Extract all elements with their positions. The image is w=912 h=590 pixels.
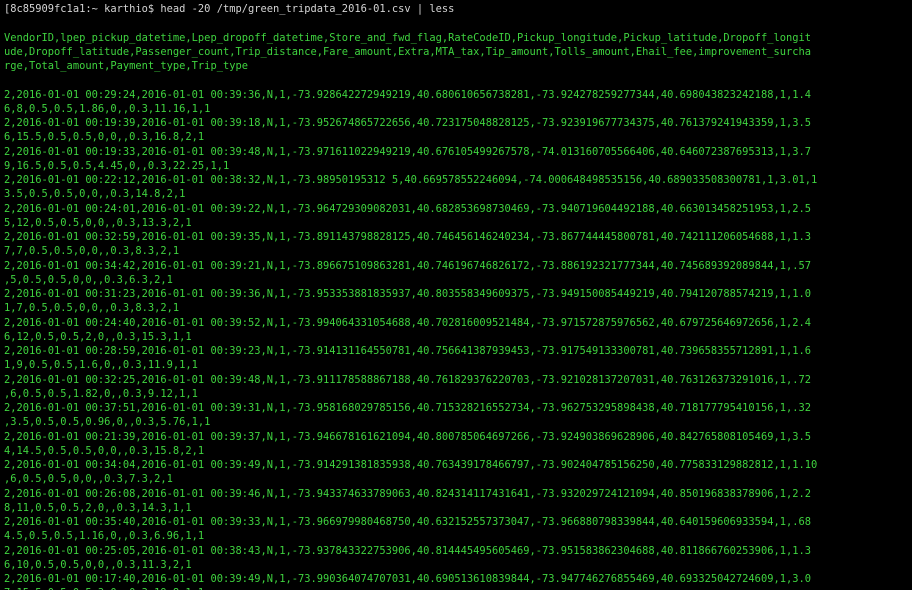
shell-command-line: [8c85909fc1a1:~ karthio$ head -20 /tmp/g… <box>4 3 455 15</box>
csv-data-line: ,6,0.5,0.5,1.82,0,,0.3,9.12,1,1 <box>4 387 198 400</box>
terminal-window[interactable]: [8c85909fc1a1:~ karthio$ head -20 /tmp/g… <box>0 0 912 590</box>
csv-data-line: 2,2016-01-01 00:29:24,2016-01-01 00:39:3… <box>4 88 811 101</box>
csv-data-line: 2,2016-01-01 00:28:59,2016-01-01 00:39:2… <box>4 345 811 357</box>
csv-data-line: 1,7,0.5,0.5,0,0,,0.3,8.3,2,1 <box>4 302 180 315</box>
csv-data-line: 2,2016-01-01 00:35:40,2016-01-01 00:39:3… <box>4 516 811 528</box>
csv-data-line: 2,2016-01-01 00:34:04,2016-01-01 00:39:4… <box>4 459 818 471</box>
csv-data-line: 2,2016-01-01 00:22:12,2016-01-01 00:38:3… <box>4 174 818 186</box>
csv-data-line: 2,2016-01-01 00:17:40,2016-01-01 00:39:4… <box>4 573 811 585</box>
csv-data-line: ,3.5,0.5,0.5,0.96,0,,0.3,5.76,1,1 <box>4 416 211 429</box>
csv-data-line: 2,2016-01-01 00:25:05,2016-01-01 00:38:4… <box>4 544 811 557</box>
csv-data-line: 5,12,0.5,0.5,0,0,,0.3,13.3,2,1 <box>4 216 192 229</box>
csv-data-line: 4.5,0.5,0.5,1.16,0,,0.3,6.96,1,1 <box>4 530 205 543</box>
csv-data-line: 4,14.5,0.5,0.5,0,0,,0.3,15.8,2,1 <box>4 444 205 457</box>
csv-data-line: 8,11,0.5,0.5,2,0,,0.3,14.3,1,1 <box>4 501 192 514</box>
csv-data-line: 1,9,0.5,0.5,1.6,0,,0.3,11.9,1,1 <box>4 359 198 372</box>
csv-data-line: 6,15.5,0.5,0.5,0,0,,0.3,16.8,2,1 <box>4 131 205 144</box>
csv-data-line: 2,2016-01-01 00:19:39,2016-01-01 00:39:1… <box>4 117 811 129</box>
csv-data-line: ,5,0.5,0.5,0,0,,0.3,6.3,2,1 <box>4 273 173 286</box>
csv-data-line: 6,8,0.5,0.5,1.86,0,,0.3,11.16,1,1 <box>4 102 211 115</box>
csv-data-line: 2,2016-01-01 00:24:40,2016-01-01 00:39:5… <box>4 316 811 329</box>
csv-data-line: 2,2016-01-01 00:32:25,2016-01-01 00:39:4… <box>4 373 811 386</box>
csv-data-line: 3.5,0.5,0.5,0,0,,0.3,14.8,2,1 <box>4 188 186 201</box>
csv-data-line: 2,2016-01-01 00:21:39,2016-01-01 00:39:3… <box>4 430 811 443</box>
csv-header-line: ude,Dropoff_latitude,Passenger_count,Tri… <box>4 45 811 58</box>
csv-data-line: 2,2016-01-01 00:26:08,2016-01-01 00:39:4… <box>4 487 811 500</box>
csv-header-line: VendorID,lpep_pickup_datetime,Lpep_dropo… <box>4 31 811 44</box>
csv-data-line: 9,16.5,0.5,0.5,4.45,0,,0.3,22.25,1,1 <box>4 159 230 172</box>
csv-data-line: 2,2016-01-01 00:19:33,2016-01-01 00:39:4… <box>4 145 811 158</box>
csv-data-line: 2,2016-01-01 00:32:59,2016-01-01 00:39:3… <box>4 231 811 243</box>
csv-data-line: 2,2016-01-01 00:34:42,2016-01-01 00:39:2… <box>4 259 811 272</box>
csv-data-line: 2,2016-01-01 00:31:23,2016-01-01 00:39:3… <box>4 288 811 300</box>
csv-data-line: 6,10,0.5,0.5,0,0,,0.3,11.3,2,1 <box>4 558 192 571</box>
csv-data-line: 2,2016-01-01 00:24:01,2016-01-01 00:39:2… <box>4 202 811 215</box>
csv-header-line: rge,Total_amount,Payment_type,Trip_type <box>4 60 248 72</box>
csv-data-line: 6,12,0.5,0.5,2,0,,0.3,15.3,1,1 <box>4 330 192 343</box>
csv-data-line: 2,2016-01-01 00:37:51,2016-01-01 00:39:3… <box>4 402 811 414</box>
csv-header: VendorID,lpep_pickup_datetime,Lpep_dropo… <box>4 31 912 74</box>
csv-data-line: ,6,0.5,0.5,0,0,,0.3,7.3,2,1 <box>4 473 173 486</box>
csv-data: 2,2016-01-01 00:29:24,2016-01-01 00:39:3… <box>4 88 912 590</box>
csv-data-line: 7,15.5,0.5,0.5,3,0,,0.3,19.8,1,1 <box>4 586 912 590</box>
csv-data-line: 7,7,0.5,0.5,0,0,,0.3,8.3,2,1 <box>4 245 180 258</box>
